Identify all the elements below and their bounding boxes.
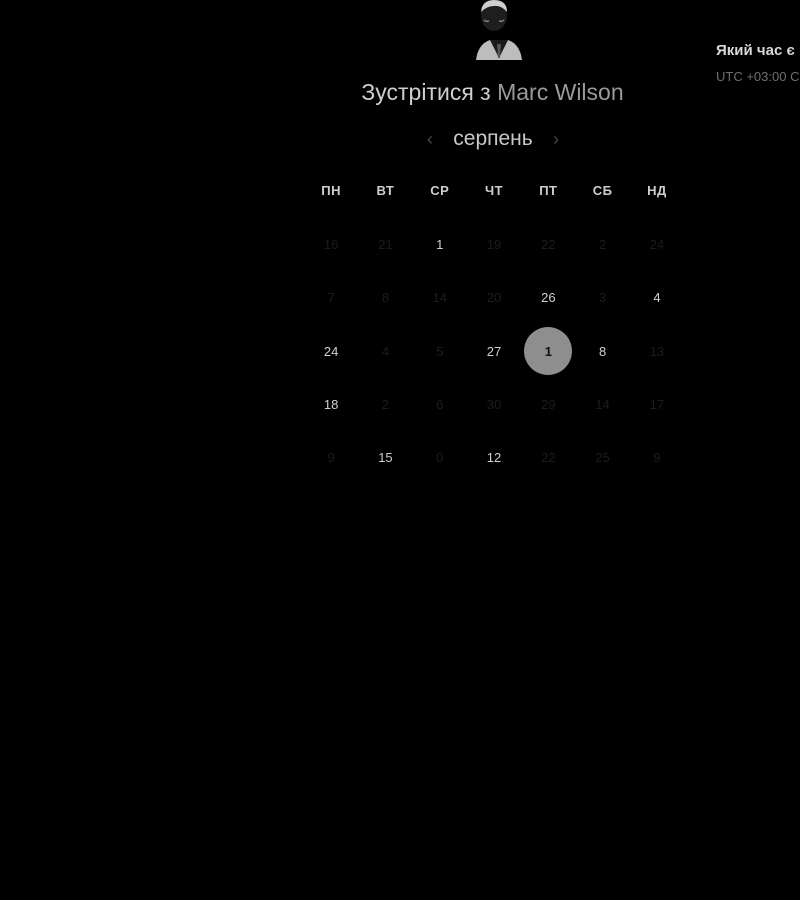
unavailable-day: 29 — [521, 378, 575, 431]
unavailable-day: 17 — [630, 378, 684, 431]
day-number: 25 — [595, 450, 610, 466]
unavailable-day: 8 — [358, 271, 412, 324]
day-number: 17 — [649, 397, 665, 413]
avatar — [470, 0, 528, 60]
weekday-sun: НД — [647, 183, 667, 198]
day-number: 4 — [381, 343, 390, 359]
day-number: 0 — [436, 450, 444, 466]
weekday-header: ПН ВТ СР ЧТ ПТ СБ НД — [304, 183, 684, 198]
day-number: 4 — [653, 290, 661, 306]
unavailable-day: 9 — [630, 431, 684, 484]
unavailable-day: 2 — [358, 378, 412, 431]
day-number: 8 — [599, 343, 607, 359]
unavailable-day: 14 — [575, 378, 629, 431]
unavailable-day: 30 — [467, 378, 521, 431]
available-day[interactable]: 4 — [630, 271, 684, 324]
day-number: 2 — [381, 397, 390, 413]
month-navigation: ‹ серпень › — [420, 124, 566, 154]
selected-day[interactable]: 1 — [521, 325, 575, 378]
unavailable-day: 19 — [467, 218, 521, 271]
unavailable-day: 3 — [575, 271, 629, 324]
day-number: 30 — [486, 397, 502, 413]
weekday-mon: ПН — [321, 183, 342, 198]
weekday-wed: СР — [430, 183, 450, 198]
day-number: 18 — [323, 397, 339, 413]
day-number: 14 — [432, 290, 447, 306]
day-number: 24 — [649, 237, 665, 253]
chevron-left-icon[interactable]: ‹ — [420, 127, 440, 151]
day-number: 2 — [599, 237, 607, 253]
title-prefix: Зустрітися з — [361, 79, 491, 105]
weekday-thu: ЧТ — [485, 183, 504, 198]
day-number: 27 — [486, 343, 502, 359]
day-number: 1 — [524, 327, 573, 376]
available-day[interactable]: 24 — [304, 325, 358, 378]
day-number: 22 — [541, 237, 556, 253]
timezone-offset[interactable]: UTC +03:00 С — [716, 69, 800, 84]
day-number: 16 — [323, 237, 339, 253]
weekday-sat: СБ — [592, 183, 613, 198]
day-number: 24 — [323, 343, 339, 359]
day-number: 29 — [541, 397, 556, 413]
chevron-right-icon[interactable]: › — [546, 127, 566, 151]
unavailable-day: 22 — [521, 218, 575, 271]
day-number: 20 — [486, 290, 502, 306]
day-number: 5 — [436, 343, 444, 359]
booking-page: Зустрітися з Marc Wilson ‹ серпень › ПН … — [0, 0, 800, 900]
unavailable-day: 2 — [575, 218, 629, 271]
day-number: 13 — [649, 343, 665, 359]
unavailable-day: 16 — [304, 218, 358, 271]
unavailable-day: 5 — [413, 325, 467, 378]
unavailable-day: 7 — [304, 271, 358, 324]
available-day[interactable]: 1 — [413, 218, 467, 271]
month-label: серпень — [453, 127, 533, 150]
unavailable-day: 24 — [630, 218, 684, 271]
unavailable-day: 20 — [467, 271, 521, 324]
unavailable-day: 22 — [521, 431, 575, 484]
day-number: 26 — [541, 290, 556, 306]
unavailable-day: 13 — [630, 325, 684, 378]
day-number: 6 — [436, 397, 444, 413]
unavailable-day: 4 — [358, 325, 412, 378]
weekday-fri: ПТ — [539, 183, 558, 198]
available-day[interactable]: 26 — [521, 271, 575, 324]
day-number: 9 — [653, 450, 661, 466]
day-number: 15 — [378, 450, 393, 466]
timezone-panel: Який час є UTC +03:00 С — [716, 42, 800, 84]
day-number: 12 — [486, 450, 502, 466]
day-number: 19 — [486, 237, 502, 253]
unavailable-day: 6 — [413, 378, 467, 431]
available-day[interactable]: 8 — [575, 325, 629, 378]
available-day[interactable]: 12 — [467, 431, 521, 484]
day-number: 21 — [378, 237, 393, 253]
host-portrait-icon — [470, 0, 528, 60]
day-number: 9 — [327, 450, 335, 466]
day-number: 14 — [595, 397, 610, 413]
day-number: 22 — [541, 450, 556, 466]
available-day[interactable]: 18 — [304, 378, 358, 431]
day-number: 8 — [381, 290, 390, 306]
available-day[interactable]: 27 — [467, 325, 521, 378]
available-day[interactable]: 15 — [358, 431, 412, 484]
unavailable-day: 9 — [304, 431, 358, 484]
day-number: 3 — [599, 290, 607, 306]
unavailable-day: 0 — [413, 431, 467, 484]
calendar-days-grid: 16 21 1 19 22 2 24 7 8 14 20 26 3 4 24 4 5 27 1 8 13 18 2 6 30 29… — [304, 218, 684, 484]
unavailable-day: 14 — [413, 271, 467, 324]
unavailable-day: 25 — [575, 431, 629, 484]
page-title: Зустрітися з Marc Wilson — [300, 79, 685, 106]
day-number: 7 — [327, 290, 335, 306]
day-number: 1 — [436, 237, 444, 253]
weekday-tue: ВТ — [376, 183, 395, 198]
timezone-title: Який час є — [716, 42, 795, 59]
unavailable-day: 21 — [358, 218, 412, 271]
host-name: Marc Wilson — [497, 79, 624, 105]
